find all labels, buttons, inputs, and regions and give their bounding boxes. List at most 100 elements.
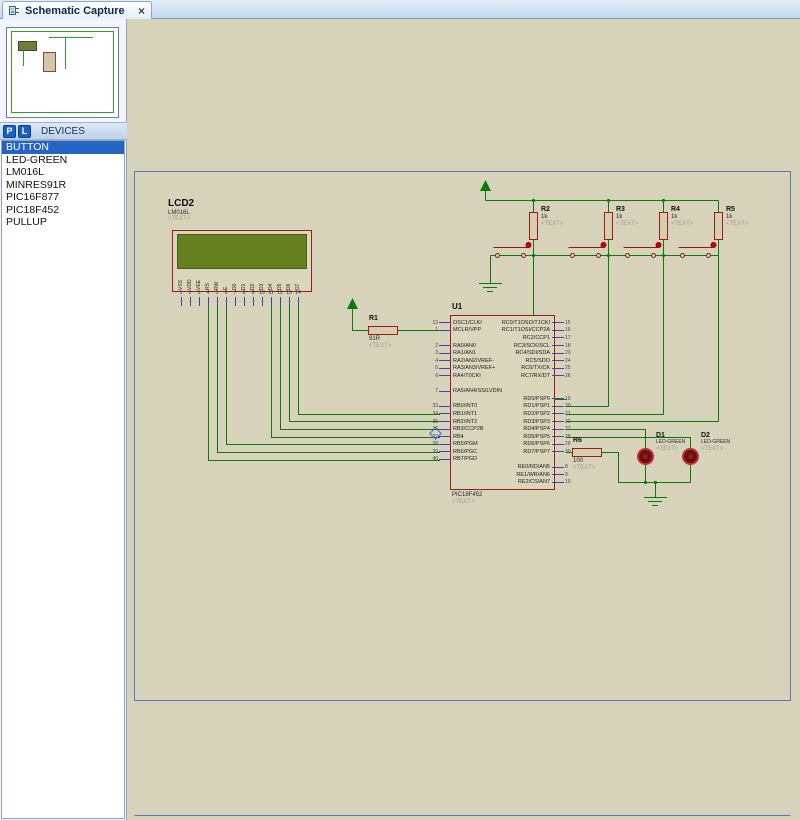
lcd-pin-label: D5 [276, 269, 285, 290]
left-panel: P L DEVICES BUTTON LED-GREEN LM016L MINR… [0, 19, 127, 820]
lcd-pin-number: 2 [189, 290, 192, 297]
mcu-pin-row: RC5/SDO 24 [448, 357, 589, 365]
pin-number: 3 [414, 350, 439, 356]
device-list-item[interactable]: LM016L [2, 166, 124, 179]
lcd-pin-label: D7 [294, 269, 303, 290]
schematic-overview-map[interactable] [6, 27, 119, 118]
pin-stub [552, 345, 564, 346]
lcd-pin: D1 8 [240, 269, 249, 306]
mcu-right-pins: RC0/T1OSO/T1CKI 15 RC1/T1OSI/CCP2A 16 RC… [448, 319, 589, 486]
led-d2-labels: D2 LED-GREEN <TEXT> [701, 432, 730, 453]
resistor-r4-labels: R4 1k <TEXT> [671, 206, 693, 228]
lcd-pin-strip: VSS 1 VDD 2 VEE 3 RS 4 R [177, 269, 303, 306]
pin-number: 19 [564, 396, 589, 402]
resistor-r4[interactable] [659, 212, 668, 240]
resistor-r3[interactable] [604, 212, 613, 240]
lcd-labels: LCD2 LM016L <TEXT> [168, 198, 194, 223]
resistor-r1-text: <TEXT> [369, 343, 391, 350]
mcu-pin-row: RD1/PSP1 20 [448, 403, 589, 411]
lcd-pin-stub [262, 297, 263, 306]
lcd-pin-label: D0 [231, 269, 240, 290]
mcu-pin-row: RD4/PSP4 27 [448, 425, 589, 433]
tab-schematic-capture[interactable]: Schematic Capture × [2, 1, 152, 19]
lcd-pin-number: 4 [207, 290, 210, 297]
resistor-r2[interactable] [529, 212, 538, 240]
pin-label: RD1/PSP1 [448, 403, 552, 409]
pin-label: RD5/PSP5 [448, 434, 552, 440]
pin-stub [552, 360, 564, 361]
mcu-pin-row: RC4/SDI/SDA 23 [448, 349, 589, 357]
pin-label: RE0/RD/AN5 [448, 464, 552, 470]
device-list-item[interactable]: PIC18F452 [2, 204, 124, 217]
device-name: PULLUP [6, 216, 47, 228]
device-name: BUTTON [6, 141, 49, 153]
pin-number: 21 [564, 411, 589, 417]
lcd-pin: VSS 1 [177, 269, 186, 306]
overview-wire [49, 37, 93, 38]
pin-stub [552, 474, 564, 475]
led-d1[interactable] [637, 448, 654, 465]
mcu-pin-row: RD0/PSP0 19 [448, 395, 589, 403]
led-d2-text: <TEXT> [701, 446, 730, 453]
close-icon[interactable]: × [138, 5, 145, 17]
pin-label: RE2/CS/AN7 [448, 479, 552, 485]
pin-stub [552, 375, 564, 376]
pin-label: RD0/PSP0 [448, 396, 552, 402]
resistor-r1-labels: 91R <TEXT> [369, 336, 391, 350]
schematic-capture-icon [9, 5, 20, 16]
pin-number: 16 [564, 327, 589, 333]
lcd-screen [177, 234, 307, 269]
pin-number: 28 [564, 434, 589, 440]
tab-title: Schematic Capture [25, 5, 125, 17]
pin-number: 17 [564, 335, 589, 341]
lcd-pin: RS 4 [204, 269, 213, 306]
resistor-r5[interactable] [714, 212, 723, 240]
lcd-pin-number: 8 [243, 290, 246, 297]
pin-stub [552, 467, 564, 468]
lcd-text-placeholder: <TEXT> [168, 216, 194, 223]
pin-number: 5 [414, 365, 439, 371]
pin-label: RD7/PSP7 [448, 449, 552, 455]
device-list-item[interactable]: BUTTON [2, 141, 124, 154]
device-list: BUTTON LED-GREEN LM016L MINRES91R PIC16F… [1, 140, 125, 819]
pin-label: RC6/TX/CK [448, 365, 552, 371]
pin-number: 26 [564, 373, 589, 379]
device-list-item[interactable]: PIC16F877 [2, 191, 124, 204]
mcu-pin-row: RE2/CS/AN7 10 [448, 478, 589, 486]
mcu-pin-row: RC7/RX/DT 26 [448, 372, 589, 380]
pin-number: 39 [414, 449, 439, 455]
resistor-r1[interactable] [368, 326, 398, 335]
pin-number: 22 [564, 419, 589, 425]
device-list-item[interactable]: MINRES91R [2, 179, 124, 192]
pin-stub [552, 398, 564, 399]
lcd-pin: VEE 3 [195, 269, 204, 306]
lcd-pin-label: RW [213, 269, 222, 290]
lcd-pin-number: 14 [295, 290, 301, 297]
pin-number: 33 [414, 403, 439, 409]
pin-number: 27 [564, 426, 589, 432]
lcd-pin-number: 6 [225, 290, 228, 297]
pin-number: 24 [564, 358, 589, 364]
pick-devices-button[interactable]: P [3, 125, 16, 138]
led-d1-labels: D1 LED-GREEN <TEXT> [656, 432, 685, 453]
device-list-item[interactable]: LED-GREEN [2, 154, 124, 167]
lcd-pin-label: D1 [240, 269, 249, 290]
lcd-value: LM016L [168, 210, 194, 217]
application-window: Schematic Capture × P L DEVICES BUTTON [0, 0, 800, 820]
pin-label: RD6/PSP6 [448, 441, 552, 447]
lcd-pin-number: 5 [216, 290, 219, 297]
library-button[interactable]: L [18, 125, 31, 138]
device-list-item[interactable]: PULLUP [2, 216, 124, 229]
resistor-r5-labels: R5 1k <TEXT> [726, 206, 748, 228]
pin-number: 34 [414, 411, 439, 417]
lcd-pin-stub [244, 297, 245, 306]
pin-stub [552, 337, 564, 338]
mcu-value: PIC18F452 [452, 492, 482, 499]
led-d1-text: <TEXT> [656, 446, 685, 453]
pin-stub [552, 322, 564, 323]
mcu-pin-row [448, 387, 589, 395]
lcd-pin-number: 11 [268, 290, 273, 297]
pin-number: 35 [414, 419, 439, 425]
pin-label: RC7/RX/DT [448, 373, 552, 379]
device-name: LED-GREEN [6, 154, 67, 166]
